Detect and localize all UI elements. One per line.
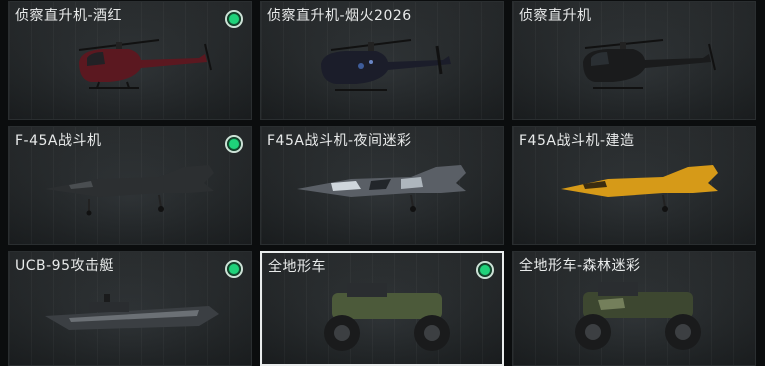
vehicle-card-f45a[interactable]: F-45A战斗机 — [8, 126, 252, 245]
vehicle-name: UCB-95攻击艇 — [15, 258, 114, 274]
owned-indicator-icon — [476, 261, 494, 279]
vehicle-name: 侦察直升机 — [519, 8, 592, 24]
vehicle-card-ucb95-boat[interactable]: UCB-95攻击艇 — [8, 251, 252, 366]
vehicle-skin-grid: 侦察直升机-酒红 侦察直升机-烟火2026 侦察直升机 F-45A战斗机 F45… — [0, 0, 765, 366]
vehicle-name: F-45A战斗机 — [15, 133, 102, 149]
vehicle-name: F45A战斗机-夜间迷彩 — [267, 133, 412, 149]
vehicle-name: 侦察直升机-酒红 — [15, 8, 123, 24]
vehicle-card-f45a-build[interactable]: F45A战斗机-建造 — [512, 126, 756, 245]
vehicle-name: F45A战斗机-建造 — [519, 133, 635, 149]
vehicle-card-scout-heli-wine[interactable]: 侦察直升机-酒红 — [8, 1, 252, 120]
vehicle-name: 全地形车-森林迷彩 — [519, 258, 641, 274]
vehicle-card-f45a-night-camo[interactable]: F45A战斗机-夜间迷彩 — [260, 126, 504, 245]
vehicle-card-scout-heli-fireworks[interactable]: 侦察直升机-烟火2026 — [260, 1, 504, 120]
vehicle-card-atv-forest-camo[interactable]: 全地形车-森林迷彩 — [512, 251, 756, 366]
owned-indicator-icon — [225, 260, 243, 278]
vehicle-card-scout-heli[interactable]: 侦察直升机 — [512, 1, 756, 120]
vehicle-name: 侦察直升机-烟火2026 — [267, 8, 412, 24]
owned-indicator-icon — [225, 135, 243, 153]
owned-indicator-icon — [225, 10, 243, 28]
vehicle-card-atv[interactable]: 全地形车 — [260, 251, 504, 366]
vehicle-name: 全地形车 — [268, 259, 326, 275]
